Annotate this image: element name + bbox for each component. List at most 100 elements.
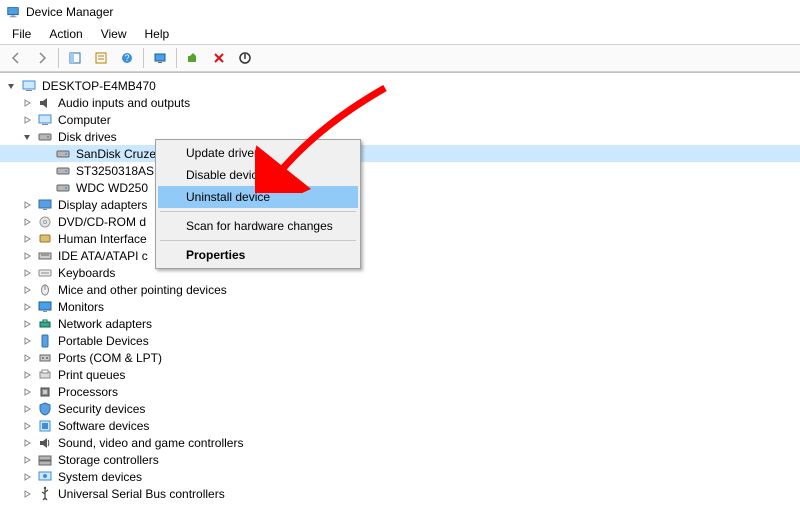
tree-category-storage[interactable]: Storage controllers xyxy=(0,451,800,468)
ctx-uninstall-device[interactable]: Uninstall device xyxy=(158,186,358,208)
expand-icon[interactable] xyxy=(20,351,34,365)
expand-icon[interactable] xyxy=(20,96,34,110)
category-label: DVD/CD-ROM d xyxy=(56,215,148,229)
toolbar: ? xyxy=(0,44,800,72)
ctx-scan-hardware[interactable]: Scan for hardware changes xyxy=(158,215,358,237)
disk-icon xyxy=(37,129,53,145)
computer-icon xyxy=(21,78,37,94)
tree-category-software[interactable]: Software devices xyxy=(0,417,800,434)
expand-icon[interactable] xyxy=(20,368,34,382)
show-hide-tree-button[interactable] xyxy=(63,46,87,70)
tree-category-computer[interactable]: Computer xyxy=(0,111,800,128)
toolbar-separator xyxy=(143,48,144,68)
tree-category-system[interactable]: System devices xyxy=(0,468,800,485)
category-label: Display adapters xyxy=(56,198,149,212)
display-icon xyxy=(37,197,53,213)
device-label: ST3250318AS xyxy=(74,164,156,178)
tree-category-keyboards[interactable]: Keyboards xyxy=(0,264,800,281)
menu-view[interactable]: View xyxy=(93,25,135,43)
tree-root[interactable]: DESKTOP-E4MB470 xyxy=(0,77,800,94)
menu-file[interactable]: File xyxy=(4,25,39,43)
expand-icon[interactable] xyxy=(20,232,34,246)
ctx-update-driver[interactable]: Update driver xyxy=(158,142,358,164)
tree-category-display[interactable]: Display adapters xyxy=(0,196,800,213)
expand-icon[interactable] xyxy=(20,470,34,484)
scan-hardware-button[interactable] xyxy=(148,46,172,70)
expand-icon[interactable] xyxy=(20,453,34,467)
expand-icon[interactable] xyxy=(20,198,34,212)
drive-icon xyxy=(55,163,71,179)
expand-icon[interactable] xyxy=(20,334,34,348)
expand-icon[interactable] xyxy=(20,317,34,331)
collapse-icon[interactable] xyxy=(20,130,34,144)
expand-icon[interactable] xyxy=(20,283,34,297)
tree-category-processors[interactable]: Processors xyxy=(0,383,800,400)
computer-icon xyxy=(37,112,53,128)
help-button[interactable]: ? xyxy=(115,46,139,70)
category-label: Audio inputs and outputs xyxy=(56,96,192,110)
properties-button[interactable] xyxy=(89,46,113,70)
category-label: Software devices xyxy=(56,419,151,433)
tree-category-disk[interactable]: Disk drives xyxy=(0,128,800,145)
category-label: Security devices xyxy=(56,402,147,416)
expand-icon[interactable] xyxy=(20,436,34,450)
tree-device-st3250[interactable]: ST3250318AS xyxy=(0,162,800,179)
expand-icon[interactable] xyxy=(20,266,34,280)
expand-icon[interactable] xyxy=(20,300,34,314)
category-label: Monitors xyxy=(56,300,106,314)
tree-category-portable[interactable]: Portable Devices xyxy=(0,332,800,349)
ctx-properties[interactable]: Properties xyxy=(158,244,358,266)
svg-text:?: ? xyxy=(124,53,129,63)
expand-icon[interactable] xyxy=(20,419,34,433)
tree-category-security[interactable]: Security devices xyxy=(0,400,800,417)
ide-icon xyxy=(37,248,53,264)
tree-category-usb[interactable]: Universal Serial Bus controllers xyxy=(0,485,800,502)
back-button[interactable] xyxy=(4,46,28,70)
expand-icon[interactable] xyxy=(20,402,34,416)
tree-category-audio[interactable]: Audio inputs and outputs xyxy=(0,94,800,111)
category-label: Ports (COM & LPT) xyxy=(56,351,164,365)
menu-help[interactable]: Help xyxy=(137,25,178,43)
security-icon xyxy=(37,401,53,417)
category-label: Print queues xyxy=(56,368,127,382)
expand-icon[interactable] xyxy=(20,215,34,229)
tree-category-ports[interactable]: Ports (COM & LPT) xyxy=(0,349,800,366)
network-icon xyxy=(37,316,53,332)
ports-icon xyxy=(37,350,53,366)
expand-icon[interactable] xyxy=(20,249,34,263)
drive-icon xyxy=(55,180,71,196)
expand-icon[interactable] xyxy=(20,385,34,399)
tree-category-hid[interactable]: Human Interface xyxy=(0,230,800,247)
category-label: Storage controllers xyxy=(56,453,161,467)
expand-icon[interactable] xyxy=(20,113,34,127)
category-label: Sound, video and game controllers xyxy=(56,436,245,450)
expand-icon[interactable] xyxy=(20,487,34,501)
category-label: Network adapters xyxy=(56,317,154,331)
toolbar-separator xyxy=(58,48,59,68)
category-label: Mice and other pointing devices xyxy=(56,283,229,297)
dvd-icon xyxy=(37,214,53,230)
tree-category-dvd[interactable]: DVD/CD-ROM d xyxy=(0,213,800,230)
mice-icon xyxy=(37,282,53,298)
tree-category-network[interactable]: Network adapters xyxy=(0,315,800,332)
uninstall-button[interactable] xyxy=(207,46,231,70)
category-label: Computer xyxy=(56,113,113,127)
hid-icon xyxy=(37,231,53,247)
menu-action[interactable]: Action xyxy=(41,25,90,43)
audio-icon xyxy=(37,95,53,111)
category-label: System devices xyxy=(56,470,144,484)
context-menu: Update driver Disable device Uninstall d… xyxy=(155,139,361,269)
tree-category-mice[interactable]: Mice and other pointing devices xyxy=(0,281,800,298)
tree-category-sound[interactable]: Sound, video and game controllers xyxy=(0,434,800,451)
tree-category-ide[interactable]: IDE ATA/ATAPI c xyxy=(0,247,800,264)
update-driver-button[interactable] xyxy=(181,46,205,70)
tree-category-monitors[interactable]: Monitors xyxy=(0,298,800,315)
ctx-disable-device[interactable]: Disable device xyxy=(158,164,358,186)
forward-button[interactable] xyxy=(30,46,54,70)
ctx-separator xyxy=(160,211,356,212)
disable-button[interactable] xyxy=(233,46,257,70)
collapse-icon[interactable] xyxy=(4,79,18,93)
tree-category-print[interactable]: Print queues xyxy=(0,366,800,383)
tree-device-sandisk[interactable]: SanDisk Cruzer Force USB Device xyxy=(0,145,800,162)
tree-device-wdc[interactable]: WDC WD250 xyxy=(0,179,800,196)
